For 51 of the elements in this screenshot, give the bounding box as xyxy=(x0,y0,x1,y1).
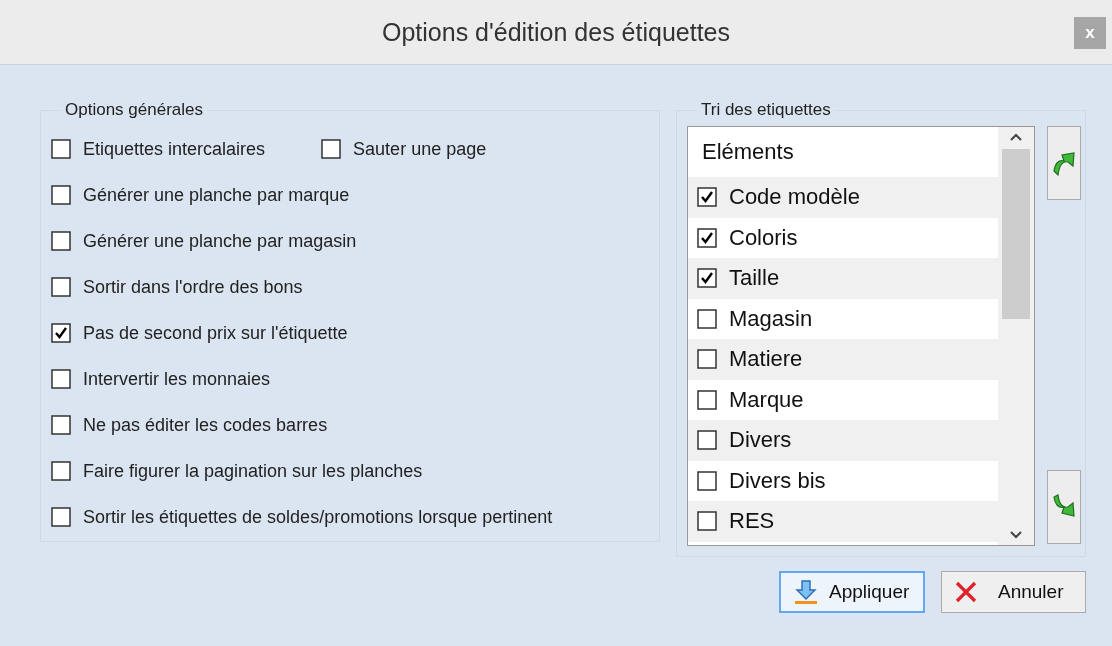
list-item[interactable]: Marque xyxy=(729,386,804,413)
checkbox[interactable] xyxy=(697,268,717,289)
scroll-down-icon[interactable] xyxy=(1010,531,1022,539)
download-arrow-icon xyxy=(793,579,819,605)
column-header: Eléments xyxy=(701,138,795,166)
window-title: Options d'édition des étiquettes xyxy=(381,17,731,47)
checkbox[interactable] xyxy=(697,308,717,329)
cross-icon xyxy=(954,580,978,604)
checkbox[interactable] xyxy=(51,461,71,481)
list-item[interactable]: Magasin xyxy=(729,305,813,332)
group-title: Options générales xyxy=(64,100,204,120)
checkbox[interactable] xyxy=(697,511,717,532)
move-down-button[interactable] xyxy=(1047,470,1081,544)
option-label: Ne pas éditer les codes barres xyxy=(83,414,328,436)
checkbox[interactable] xyxy=(51,139,71,159)
checkbox[interactable] xyxy=(51,415,71,435)
option-label: Sauter une page xyxy=(353,138,487,160)
checkbox[interactable] xyxy=(51,185,71,205)
option-label: Intervertir les monnaies xyxy=(83,368,271,390)
list-item[interactable]: Taille xyxy=(729,265,780,292)
list-item[interactable]: Coloris xyxy=(729,224,798,251)
apply-button[interactable]: Appliquer xyxy=(779,571,925,613)
option-label: Sortir dans l'ordre des bons xyxy=(83,276,303,298)
group-title: Tri des etiquettes xyxy=(700,100,832,120)
option-label: Générer une planche par magasin xyxy=(83,230,357,252)
option-label: Sortir les étiquettes de soldes/promotions lorsque pertinent xyxy=(83,506,553,528)
checkbox[interactable] xyxy=(51,507,71,527)
scroll-up-icon[interactable] xyxy=(1010,133,1022,141)
scrollbar[interactable] xyxy=(998,127,1034,545)
list-item[interactable]: Matiere xyxy=(729,346,803,373)
checkbox[interactable] xyxy=(697,470,717,491)
checkbox[interactable] xyxy=(697,389,717,410)
move-up-button[interactable] xyxy=(1047,126,1081,200)
checkbox[interactable] xyxy=(697,187,717,208)
checkbox[interactable] xyxy=(697,430,717,451)
cancel-button[interactable]: Annuler xyxy=(941,571,1086,613)
list-item[interactable]: RES xyxy=(729,508,775,535)
checkbox[interactable] xyxy=(51,277,71,297)
list-item[interactable]: Divers bis xyxy=(729,467,826,494)
option-label: Faire figurer la pagination sur les planches xyxy=(83,460,423,482)
checkbox[interactable] xyxy=(51,369,71,389)
checkbox[interactable] xyxy=(697,349,717,370)
arrow-up-icon xyxy=(1052,149,1076,177)
option-label: Pas de second prix sur l'étiquette xyxy=(83,322,348,344)
option-label: Générer une planche par marque xyxy=(83,184,350,206)
checkbox[interactable] xyxy=(697,227,717,248)
checkbox[interactable] xyxy=(51,323,71,343)
list-item[interactable]: Divers xyxy=(729,427,792,454)
option-label: Etiquettes intercalaires xyxy=(83,138,266,160)
checkbox[interactable] xyxy=(321,139,342,159)
checkbox[interactable] xyxy=(51,231,71,251)
